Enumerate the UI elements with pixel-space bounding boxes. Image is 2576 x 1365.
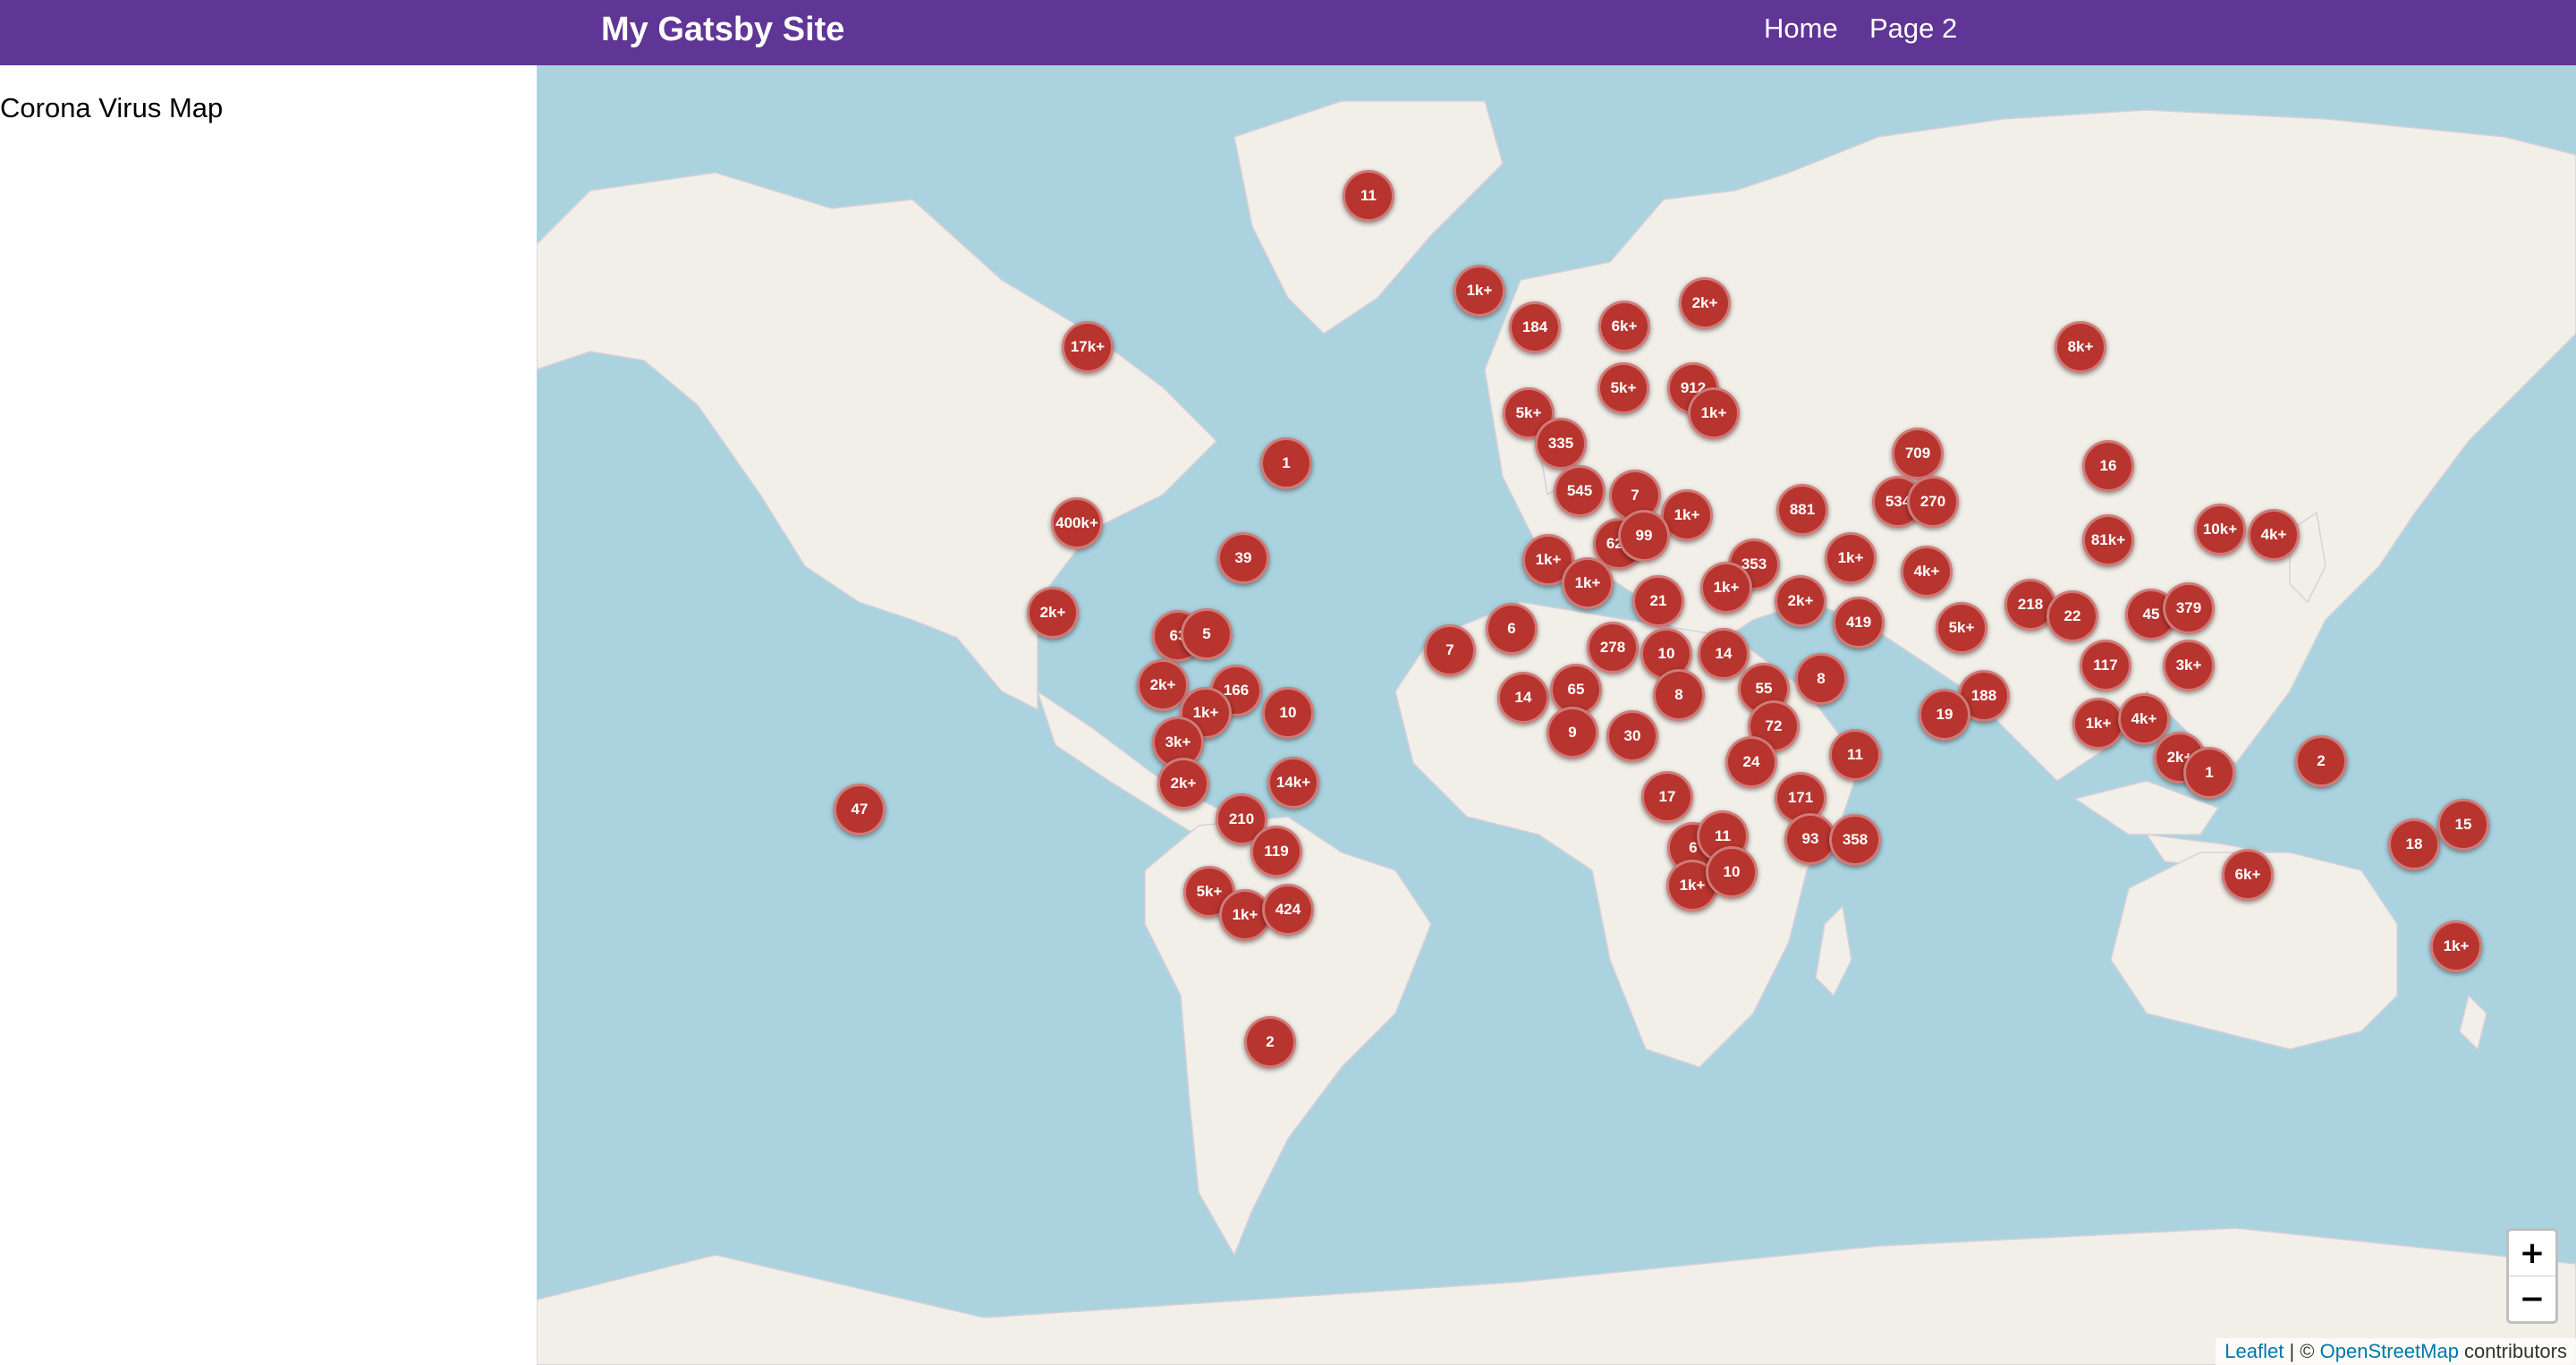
cluster-marker[interactable]: 99 [1618, 510, 1670, 562]
sidebar: Corona Virus Map [0, 65, 537, 1365]
cluster-marker[interactable]: 7 [1424, 624, 1476, 676]
attribution-separator: | © [2284, 1340, 2320, 1362]
cluster-marker[interactable]: 1k+ [2430, 920, 2482, 972]
cluster-marker[interactable]: 2k+ [1775, 575, 1826, 627]
cluster-marker[interactable]: 278 [1587, 622, 1639, 674]
cluster-marker[interactable]: 16 [2082, 440, 2134, 492]
cluster-marker[interactable]: 17 [1641, 771, 1693, 823]
nav-page2-link[interactable]: Page 2 [1869, 13, 1957, 45]
cluster-marker[interactable]: 81k+ [2082, 514, 2134, 566]
cluster-marker[interactable]: 21 [1632, 575, 1684, 627]
cluster-marker[interactable]: 400k+ [1051, 497, 1103, 549]
cluster-marker[interactable]: 379 [2163, 582, 2215, 634]
cluster-marker[interactable]: 2k+ [1679, 277, 1731, 329]
cluster-marker[interactable]: 881 [1776, 484, 1828, 536]
cluster-marker[interactable]: 24 [1725, 736, 1777, 788]
cluster-marker[interactable]: 19 [1919, 689, 1970, 741]
cluster-marker[interactable]: 117 [2080, 640, 2131, 691]
cluster-marker[interactable]: 10k+ [2194, 504, 2246, 555]
cluster-marker[interactable]: 14k+ [1267, 757, 1319, 809]
osm-link[interactable]: OpenStreetMap [2320, 1340, 2459, 1362]
cluster-marker[interactable]: 10 [1262, 687, 1314, 739]
cluster-marker[interactable]: 1 [1260, 437, 1312, 489]
cluster-marker[interactable]: 11 [1829, 729, 1881, 781]
cluster-marker[interactable]: 15 [2437, 799, 2489, 851]
cluster-marker[interactable]: 6k+ [2222, 849, 2274, 901]
cluster-marker[interactable]: 14 [1698, 628, 1750, 680]
page-title: Corona Virus Map [0, 92, 224, 123]
cluster-marker[interactable]: 545 [1554, 465, 1606, 517]
nav-home-link[interactable]: Home [1764, 13, 1838, 45]
cluster-marker[interactable]: 2 [1244, 1016, 1296, 1068]
cluster-marker[interactable]: 270 [1907, 476, 1959, 528]
site-header: My Gatsby Site Home Page 2 [0, 0, 2576, 65]
cluster-marker[interactable]: 2 [2295, 735, 2347, 787]
cluster-marker[interactable]: 14 [1497, 672, 1549, 724]
cluster-marker[interactable]: 47 [834, 784, 886, 835]
site-title[interactable]: My Gatsby Site [601, 11, 844, 49]
cluster-marker[interactable]: 17k+ [1062, 321, 1114, 373]
cluster-marker[interactable]: 9 [1546, 707, 1598, 759]
cluster-marker[interactable]: 2k+ [1157, 758, 1209, 810]
cluster-marker[interactable]: 8 [1795, 653, 1847, 705]
cluster-marker[interactable]: 10 [1706, 846, 1758, 898]
cluster-marker[interactable]: 5 [1181, 608, 1233, 660]
cluster-marker[interactable]: 4k+ [1901, 546, 1953, 598]
attribution-suffix: contributors [2458, 1340, 2567, 1362]
cluster-marker[interactable]: 1k+ [1562, 557, 1614, 609]
cluster-marker[interactable]: 1k+ [1688, 387, 1740, 439]
cluster-marker[interactable]: 119 [1250, 826, 1302, 878]
cluster-marker[interactable]: 11 [1343, 170, 1394, 222]
cluster-marker[interactable]: 184 [1509, 301, 1561, 353]
cluster-marker[interactable]: 424 [1262, 884, 1314, 936]
cluster-marker[interactable]: 709 [1892, 428, 1944, 479]
cluster-marker[interactable]: 335 [1535, 418, 1587, 470]
cluster-marker[interactable]: 1k+ [2072, 698, 2124, 750]
zoom-in-button[interactable]: + [2509, 1231, 2555, 1276]
zoom-out-button[interactable]: − [2509, 1276, 2555, 1321]
cluster-marker[interactable]: 5k+ [1597, 362, 1649, 414]
cluster-marker[interactable]: 39 [1217, 532, 1269, 584]
cluster-marker[interactable]: 1k+ [1825, 532, 1877, 584]
cluster-marker[interactable]: 4k+ [2248, 509, 2300, 561]
cluster-marker[interactable]: 1k+ [1453, 265, 1505, 317]
cluster-marker[interactable]: 1 [2183, 747, 2235, 799]
cluster-marker[interactable]: 8 [1653, 669, 1705, 721]
cluster-marker[interactable]: 3k+ [2163, 640, 2215, 691]
cluster-marker[interactable]: 6k+ [1598, 301, 1650, 352]
cluster-marker[interactable]: 30 [1606, 710, 1658, 762]
cluster-marker[interactable]: 419 [1833, 597, 1885, 649]
cluster-marker[interactable]: 358 [1829, 814, 1881, 866]
cluster-marker[interactable]: 22 [2046, 590, 2098, 642]
cluster-marker[interactable]: 18 [2388, 818, 2440, 870]
zoom-control: + − [2506, 1228, 2558, 1324]
leaflet-link[interactable]: Leaflet [2224, 1340, 2284, 1362]
cluster-marker[interactable]: 1k+ [1700, 562, 1752, 614]
cluster-marker[interactable]: 8k+ [2055, 321, 2106, 373]
cluster-marker[interactable]: 2k+ [1027, 587, 1079, 639]
cluster-marker[interactable]: 6 [1486, 603, 1538, 655]
world-map[interactable]: 11 1k+ 184 6k+ 2k+ 17k+ 8k+ 912 5k+ 5k+ 1k+ 1 709 16 3… [537, 65, 2576, 1365]
cluster-marker[interactable]: 5k+ [1936, 602, 1987, 654]
map-attribution: Leaflet | © OpenStreetMap contributors [2216, 1338, 2576, 1365]
